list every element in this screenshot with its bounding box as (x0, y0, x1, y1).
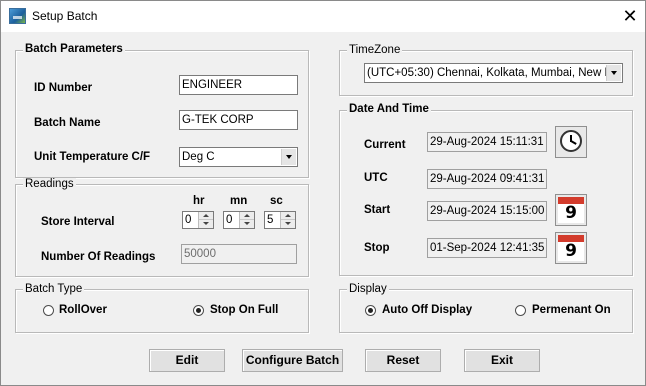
reset-button[interactable]: Reset (365, 349, 441, 372)
utc-label: UTC (364, 172, 388, 184)
auto-off-display-label[interactable]: Auto Off Display (382, 304, 472, 316)
id-number-input[interactable]: ENGINEER (179, 75, 298, 95)
batch-type-legend: Batch Type (23, 283, 85, 295)
permanent-on-label[interactable]: Permenant On (532, 304, 611, 316)
current-time-field: 29-Aug-2024 15:11:31 (427, 132, 547, 152)
minutes-value: 0 (226, 214, 233, 226)
start-time-field[interactable]: 29-Aug-2024 15:15:00 (427, 201, 547, 221)
calendar-day: 9 (558, 242, 584, 261)
seconds-value: 5 (267, 214, 274, 226)
spin-up-icon[interactable] (240, 212, 254, 220)
window-title: Setup Batch (32, 9, 98, 23)
hours-spinner[interactable]: 0 (182, 211, 214, 229)
batch-parameters-legend: Batch Parameters (23, 43, 125, 55)
edit-button[interactable]: Edit (149, 349, 225, 372)
unit-temperature-select[interactable]: Deg C (179, 147, 298, 167)
hours-value: 0 (185, 214, 192, 226)
rollover-label[interactable]: RollOver (59, 304, 107, 316)
app-icon (9, 8, 26, 24)
seconds-spinner[interactable]: 5 (264, 211, 296, 229)
chevron-down-icon[interactable] (606, 65, 621, 81)
start-label: Start (364, 204, 391, 216)
clock-button[interactable] (555, 126, 587, 158)
batch-name-label: Batch Name (34, 117, 101, 129)
spin-up-icon[interactable] (281, 212, 295, 220)
hr-label: hr (193, 195, 205, 207)
unit-temperature-label: Unit Temperature C/F (34, 151, 151, 163)
spin-down-icon[interactable] (199, 220, 213, 228)
stop-on-full-label[interactable]: Stop On Full (210, 304, 278, 316)
clock-icon (560, 130, 582, 152)
setup-batch-window: Setup Batch ✕ Batch Parameters ID Number… (0, 0, 646, 386)
timezone-value: (UTC+05:30) Chennai, Kolkata, Mumbai, Ne… (367, 67, 623, 79)
store-interval-label: Store Interval (41, 216, 115, 228)
stop-label: Stop (364, 242, 390, 254)
rollover-radio[interactable] (43, 305, 54, 316)
exit-button[interactable]: Exit (464, 349, 540, 372)
timezone-select[interactable]: (UTC+05:30) Chennai, Kolkata, Mumbai, Ne… (364, 63, 623, 83)
stop-time-field[interactable]: 01-Sep-2024 12:41:35 (427, 238, 547, 258)
configure-batch-button[interactable]: Configure Batch (242, 349, 343, 372)
display-legend: Display (347, 283, 389, 295)
spin-up-icon[interactable] (199, 212, 213, 220)
stop-on-full-radio[interactable] (193, 305, 204, 316)
id-number-label: ID Number (34, 82, 93, 94)
number-of-readings-label: Number Of Readings (41, 251, 156, 263)
stop-calendar-button[interactable]: 9 (555, 232, 587, 264)
chevron-down-icon[interactable] (281, 149, 296, 165)
number-of-readings-input[interactable]: 50000 (181, 244, 297, 264)
auto-off-display-radio[interactable] (365, 305, 376, 316)
unit-temperature-value: Deg C (182, 151, 215, 163)
calendar-day: 9 (558, 204, 584, 223)
utc-time-field: 29-Aug-2024 09:41:31 (427, 169, 547, 189)
readings-legend: Readings (23, 178, 76, 190)
batch-name-input[interactable]: G-TEK CORP (179, 110, 298, 130)
current-label: Current (364, 139, 406, 151)
start-calendar-button[interactable]: 9 (555, 194, 587, 226)
minutes-spinner[interactable]: 0 (223, 211, 255, 229)
spin-down-icon[interactable] (281, 220, 295, 228)
permanent-on-radio[interactable] (515, 305, 526, 316)
date-and-time-legend: Date And Time (347, 103, 431, 115)
timezone-legend: TimeZone (347, 44, 403, 56)
mn-label: mn (230, 195, 248, 207)
spin-down-icon[interactable] (240, 220, 254, 228)
title-bar: Setup Batch ✕ (1, 1, 645, 32)
close-button[interactable]: ✕ (615, 1, 645, 32)
sc-label: sc (270, 195, 283, 207)
